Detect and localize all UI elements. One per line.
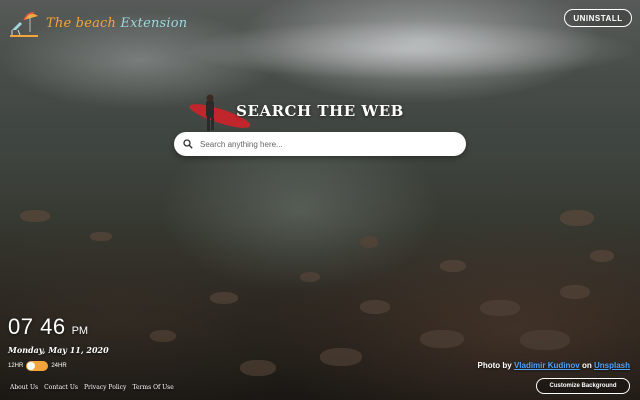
clock-date: Monday, May 11, 2020 [8,345,109,355]
search-title: SEARCH THE WEB [236,102,404,120]
logo-text-part-1: The beach [46,15,117,31]
clock: 07 46 PM [8,314,88,340]
credit-author-link[interactable]: Vladimir Kudinov [514,361,580,370]
footer-link-contact-us[interactable]: Contact Us [44,384,78,391]
credit-prefix: Photo by [477,361,512,370]
time-format-toggle-row: 12HR 24HR [8,361,67,371]
customize-background-button[interactable]: Customize Background [536,378,630,394]
toggle-label-12hr: 12HR [8,363,24,369]
footer-link-privacy-policy[interactable]: Privacy Policy [84,384,126,391]
search-icon [183,139,193,149]
background-shade [0,0,640,400]
logo[interactable]: The beach Extension [8,8,187,38]
search-input[interactable] [198,138,452,150]
beach-chair-umbrella-icon [10,12,38,37]
time-format-toggle[interactable] [26,361,49,371]
toggle-knob [27,362,36,370]
footer-links: About Us Contact Us Privacy Policy Terms… [10,384,180,391]
logo-text-part-2: Extension [120,15,188,31]
logo-text: The beach Extension [46,16,187,31]
clock-time: 07 46 [8,314,66,339]
clock-ampm: PM [71,325,89,337]
search-box[interactable] [174,132,466,156]
credit-site-link[interactable]: Unsplash [594,361,630,370]
toggle-label-24hr: 24HR [51,363,67,369]
footer-link-terms-of-use[interactable]: Terms Of Use [132,384,173,391]
uninstall-button[interactable]: UNINSTALL [564,9,632,27]
credit-on: on [581,361,592,370]
footer-link-about-us[interactable]: About Us [10,384,38,391]
photo-credit: Photo by Vladimir Kudinov on Unsplash [477,361,630,370]
